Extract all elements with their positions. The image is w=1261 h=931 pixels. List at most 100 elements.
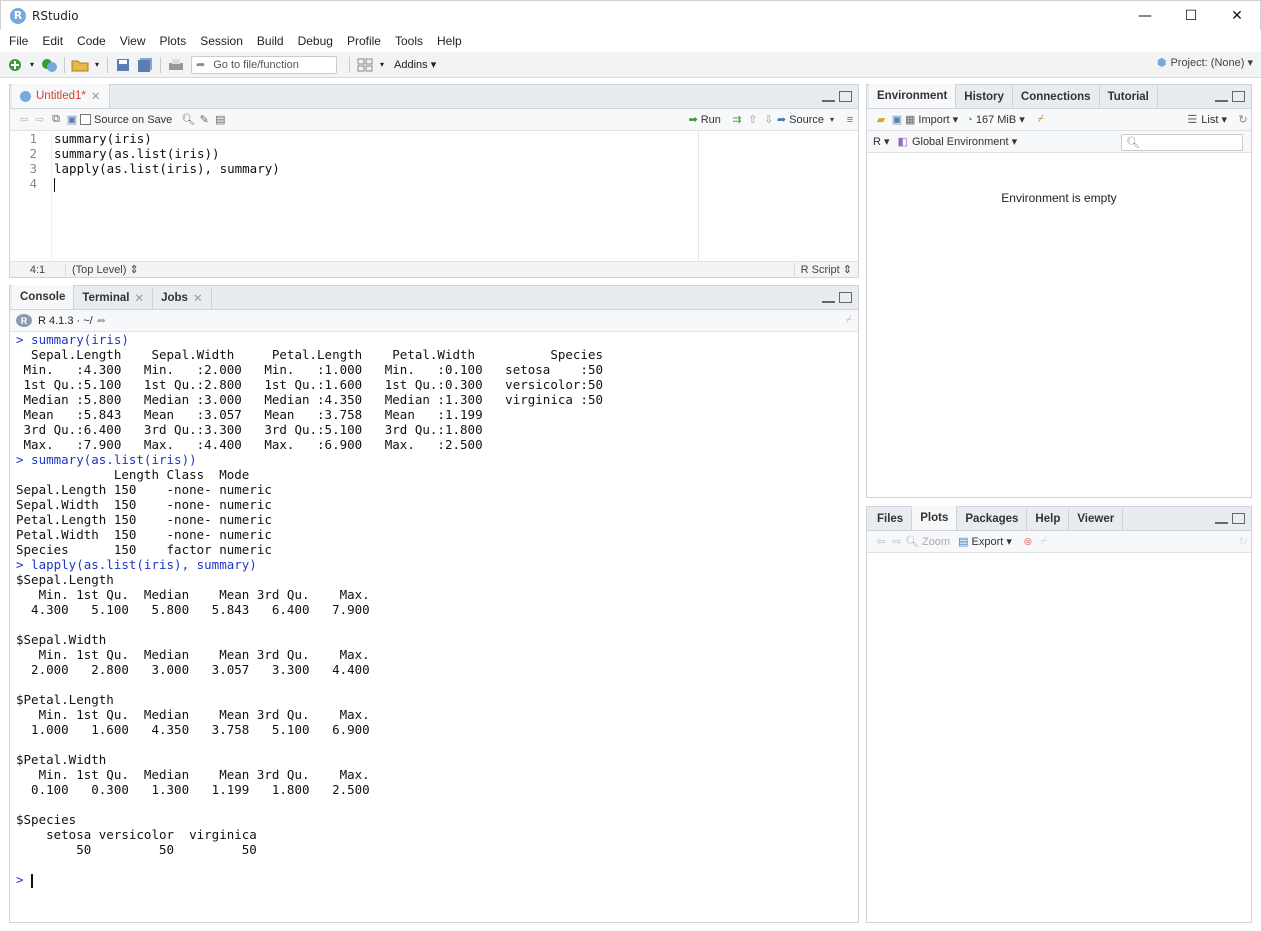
- maximize-button[interactable]: ☐: [1168, 1, 1214, 31]
- remove-plot-icon[interactable]: ⊗: [1020, 534, 1036, 550]
- filetype-selector[interactable]: R Script ⇕: [793, 263, 858, 276]
- minimize-pane-button[interactable]: [822, 297, 835, 303]
- previous-plot-icon[interactable]: ⇦: [873, 534, 889, 550]
- tab-packages[interactable]: Packages: [957, 508, 1028, 530]
- tab-tutorial[interactable]: Tutorial: [1100, 86, 1158, 108]
- tab-help[interactable]: Help: [1027, 508, 1070, 530]
- environment-tabstrip: Environment History Connections Tutorial: [867, 84, 1251, 109]
- view-mode-selector[interactable]: ☰ List ▾: [1187, 113, 1227, 126]
- open-folder-icon[interactable]: [71, 56, 89, 74]
- rerun-icon[interactable]: ⇉: [729, 112, 745, 128]
- goto-directory-icon[interactable]: ➦: [97, 314, 106, 327]
- close-button[interactable]: ✕: [1214, 1, 1260, 31]
- tab-history[interactable]: History: [956, 86, 1013, 108]
- source-on-save-checkbox[interactable]: Source on Save: [80, 114, 172, 126]
- save-all-icon[interactable]: [136, 56, 154, 74]
- search-icon[interactable]: 🔍︎: [180, 112, 196, 128]
- go-up-icon[interactable]: ⇧: [745, 112, 761, 128]
- tab-plots[interactable]: Plots: [912, 506, 958, 530]
- close-tab-icon[interactable]: ✕: [134, 291, 144, 305]
- console-output[interactable]: > summary(iris) Sepal.Length Sepal.Width…: [16, 332, 852, 888]
- menu-file[interactable]: File: [0, 30, 35, 52]
- refresh-icon[interactable]: ↻: [1235, 534, 1251, 550]
- menu-edit[interactable]: Edit: [35, 30, 70, 52]
- minimize-pane-button[interactable]: [822, 96, 835, 102]
- menu-code[interactable]: Code: [70, 30, 113, 52]
- menu-view[interactable]: View: [113, 30, 153, 52]
- save-icon[interactable]: [114, 56, 132, 74]
- checkbox-box[interactable]: [80, 114, 91, 125]
- tab-label: Packages: [965, 513, 1019, 525]
- tab-console[interactable]: Console: [12, 285, 75, 309]
- code-tools-wand-icon[interactable]: ✎: [196, 112, 212, 128]
- save-icon[interactable]: ▣: [64, 112, 80, 128]
- minimize-pane-button[interactable]: [1215, 518, 1228, 524]
- new-file-icon[interactable]: [6, 56, 24, 74]
- maximize-pane-button[interactable]: [1232, 91, 1245, 102]
- dropdown-arrow-icon[interactable]: ▾: [93, 56, 101, 74]
- source-button[interactable]: ➦ Source ▾: [777, 113, 834, 127]
- environment-search-input[interactable]: 🔍︎: [1121, 134, 1243, 151]
- tab-untitled1[interactable]: Untitled1* ✕: [12, 84, 110, 108]
- refresh-icon[interactable]: ↻: [1235, 112, 1251, 128]
- goto-file-function-input[interactable]: ➦ Go to file/function: [191, 55, 337, 74]
- code-editor[interactable]: summary(iris) summary(as.list(iris)) lappl…: [54, 131, 698, 192]
- menu-debug[interactable]: Debug: [291, 30, 340, 52]
- forward-arrow-icon[interactable]: ⇨: [32, 112, 48, 128]
- print-icon[interactable]: [167, 56, 185, 74]
- next-plot-icon[interactable]: ⇨: [889, 534, 905, 550]
- menu-plots[interactable]: Plots: [153, 30, 194, 52]
- close-tab-icon[interactable]: ✕: [193, 291, 203, 305]
- back-arrow-icon[interactable]: ⇦: [16, 112, 32, 128]
- tab-files[interactable]: Files: [869, 508, 913, 530]
- menu-session[interactable]: Session: [193, 30, 250, 52]
- save-icon[interactable]: ▣: [889, 112, 905, 128]
- export-button[interactable]: ▤ Export ▾: [958, 535, 1012, 548]
- menu-tools[interactable]: Tools: [388, 30, 430, 52]
- menu-help[interactable]: Help: [430, 30, 469, 52]
- clear-console-broom-icon[interactable]: ⌿: [845, 314, 852, 327]
- tab-environment[interactable]: Environment: [869, 84, 957, 108]
- dropdown-arrow-icon[interactable]: ▾: [378, 56, 386, 74]
- minimize-button[interactable]: —: [1122, 1, 1168, 31]
- import-dataset-button[interactable]: ▦ Import ▾: [905, 113, 958, 126]
- console-prompt[interactable]: >: [16, 872, 852, 888]
- open-folder-icon[interactable]: ▰: [873, 112, 889, 128]
- line-number: 4: [29, 176, 37, 191]
- maximize-pane-button[interactable]: [839, 91, 852, 102]
- clear-workspace-broom-icon[interactable]: ⌿: [1033, 112, 1049, 128]
- dropdown-arrow-icon[interactable]: ▾: [830, 115, 834, 124]
- code-line[interactable]: lapply(as.list(iris), summary): [54, 161, 698, 176]
- workspace-panes-icon[interactable]: [356, 56, 374, 74]
- new-project-icon[interactable]: [40, 56, 58, 74]
- run-button[interactable]: ➡ Run: [689, 113, 721, 127]
- code-line[interactable]: summary(iris): [54, 131, 698, 146]
- tab-connections[interactable]: Connections: [1013, 86, 1100, 108]
- r-version-label: R 4.1.3 · ~/: [38, 314, 93, 327]
- tab-label: Plots: [920, 512, 949, 524]
- code-line[interactable]: [54, 176, 698, 192]
- code-line[interactable]: summary(as.list(iris)): [54, 146, 698, 161]
- maximize-pane-button[interactable]: [1232, 513, 1245, 524]
- addins-menu[interactable]: Addins ▾: [394, 58, 436, 71]
- tab-viewer[interactable]: Viewer: [1069, 508, 1124, 530]
- close-tab-icon[interactable]: ✕: [91, 89, 101, 103]
- tab-jobs[interactable]: Jobs ✕: [153, 287, 212, 309]
- project-menu[interactable]: ⬢ Project: (None) ▾: [1157, 56, 1253, 69]
- environment-scope-selector[interactable]: ◧ Global Environment ▾: [898, 135, 1018, 148]
- show-in-window-icon[interactable]: ⧉: [48, 112, 64, 128]
- scope-selector[interactable]: (Top Level) ⇕: [72, 263, 139, 276]
- compile-report-icon[interactable]: ▤: [212, 112, 228, 128]
- tab-terminal[interactable]: Terminal ✕: [74, 287, 154, 309]
- outline-icon[interactable]: ≡: [842, 112, 858, 128]
- clear-plots-broom-icon[interactable]: ⌿: [1036, 534, 1052, 550]
- go-down-icon[interactable]: ⇩: [761, 112, 777, 128]
- language-selector[interactable]: R ▾: [873, 135, 890, 148]
- menu-profile[interactable]: Profile: [340, 30, 388, 52]
- menu-build[interactable]: Build: [250, 30, 291, 52]
- minimize-pane-button[interactable]: [1215, 96, 1228, 102]
- maximize-pane-button[interactable]: [839, 292, 852, 303]
- dropdown-arrow-icon[interactable]: ▾: [28, 56, 36, 74]
- memory-usage-button[interactable]: ◔ 167 MiB ▾: [966, 113, 1025, 127]
- zoom-button[interactable]: 🔍︎ Zoom: [905, 535, 950, 549]
